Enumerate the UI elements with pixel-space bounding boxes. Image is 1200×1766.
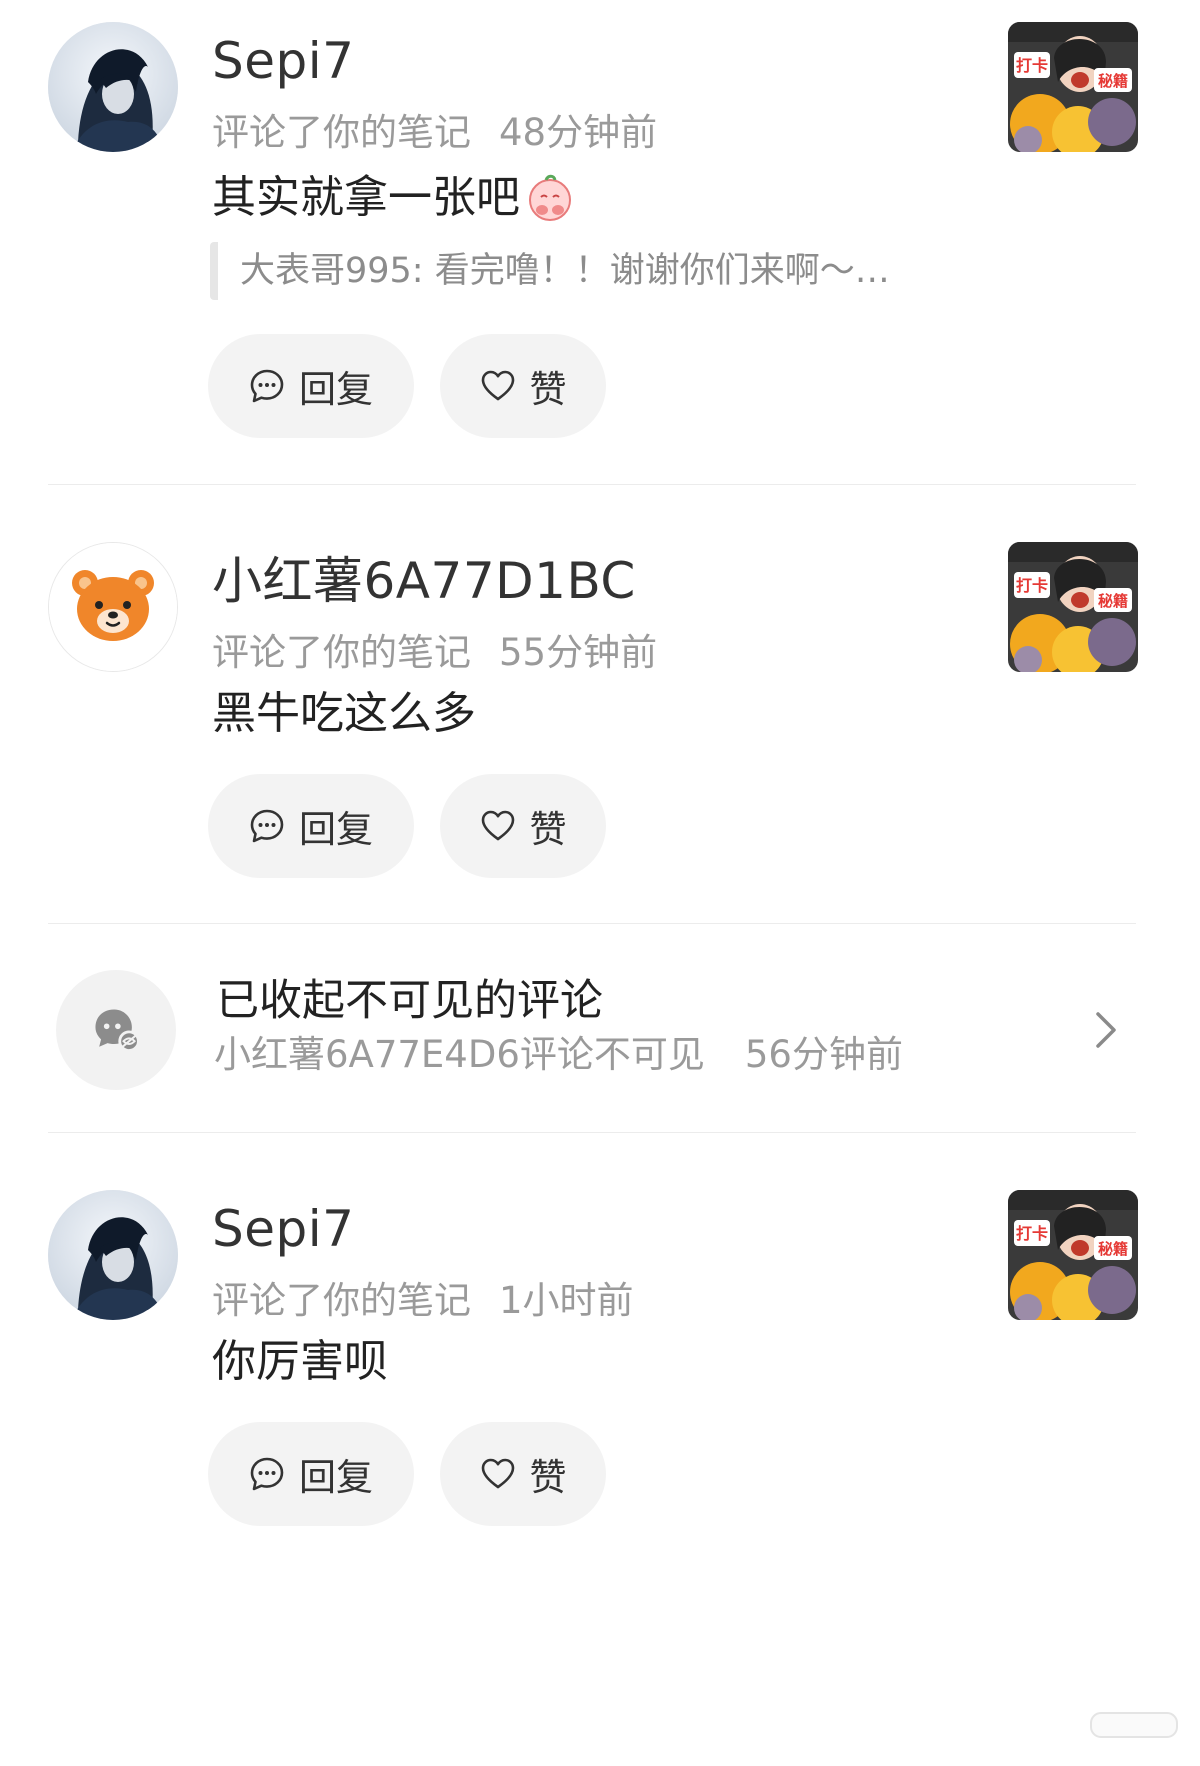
note-thumbnail[interactable]: 打卡 秘籍 [1008,1190,1138,1320]
reply-button[interactable]: 回复 [208,334,414,438]
quoted-comment[interactable]: 大表哥995: 看完噜！！谢谢你们来啊～… [210,242,890,300]
reply-label: 回复 [299,808,373,851]
notification-meta: 评论了你的笔记 1小时前 [212,1282,634,1319]
reply-label: 回复 [299,368,373,411]
peach-emoji-icon [529,174,571,221]
comment-bubble-icon [250,809,284,843]
action-text: 评论了你的笔记 [212,631,471,674]
user-avatar[interactable] [48,22,178,152]
collapsed-description: 小红薯6A77E4D6评论不可见 [214,1033,705,1076]
divider [48,484,1136,485]
timestamp: 55分钟前 [499,631,658,674]
reply-button[interactable]: 回复 [208,1422,414,1526]
thumbnail-tag-left: 打卡 [1016,1224,1048,1243]
thumbnail-tag-right: 秘籍 [1098,592,1128,610]
thumbnail-tag-right: 秘籍 [1098,1240,1128,1258]
timestamp: 1小时前 [499,1279,634,1322]
like-button[interactable]: 赞 [440,334,606,438]
comment-text: 你厉害呗 [212,1336,388,1387]
note-thumbnail-image: 打卡 秘籍 [1008,1190,1138,1320]
note-thumbnail[interactable]: 打卡 秘籍 [1008,542,1138,672]
chevron-right-icon[interactable] [1092,1008,1122,1052]
action-text: 评论了你的笔记 [212,111,471,154]
username[interactable]: 小红薯6A77D1BC [212,556,636,606]
like-button[interactable]: 赞 [440,774,606,878]
note-thumbnail-image: 打卡 秘籍 [1008,542,1138,672]
comment-body: 其实就拿一张吧 [212,172,520,223]
user-avatar[interactable] [48,542,178,672]
collapsed-subtitle: 小红薯6A77E4D6评论不可见 56分钟前 [214,1036,903,1073]
comment-bubble-icon [250,1457,284,1491]
comment-text: 其实就拿一张吧 [212,170,576,222]
username[interactable]: Sepi7 [212,36,354,86]
like-label: 赞 [529,808,567,851]
heart-outline-icon [481,810,514,841]
reply-label: 回复 [299,1456,373,1499]
heart-outline-icon [481,370,514,401]
timestamp: 56分钟前 [744,1033,903,1076]
collapsed-title: 已收起不可见的评论 [216,976,603,1026]
avatar-image [48,1190,178,1320]
thumbnail-tag-right: 秘籍 [1098,72,1128,90]
user-avatar[interactable] [48,1190,178,1320]
bear-avatar-image [49,543,177,671]
username[interactable]: Sepi7 [212,1204,354,1254]
note-thumbnail[interactable]: 打卡 秘籍 [1008,22,1138,152]
action-text: 评论了你的笔记 [212,1279,471,1322]
like-label: 赞 [529,1456,567,1499]
reply-button[interactable]: 回复 [208,774,414,878]
avatar-image [48,22,178,152]
note-thumbnail-image: 打卡 秘籍 [1008,22,1138,152]
heart-outline-icon [481,1458,514,1489]
thumbnail-tag-left: 打卡 [1016,576,1048,595]
comment-bubble-icon [250,369,284,403]
like-label: 赞 [529,368,567,411]
notification-meta: 评论了你的笔记 55分钟前 [212,634,657,671]
like-button[interactable]: 赞 [440,1422,606,1526]
timestamp: 48分钟前 [499,111,658,154]
notification-meta: 评论了你的笔记 48分钟前 [212,114,657,151]
hidden-comment-icon [56,970,176,1090]
thumbnail-tag-left: 打卡 [1016,56,1048,75]
divider [48,923,1136,924]
comment-text: 黑牛吃这么多 [212,688,476,739]
scroll-handle[interactable] [1090,1712,1178,1738]
divider [48,1132,1136,1133]
